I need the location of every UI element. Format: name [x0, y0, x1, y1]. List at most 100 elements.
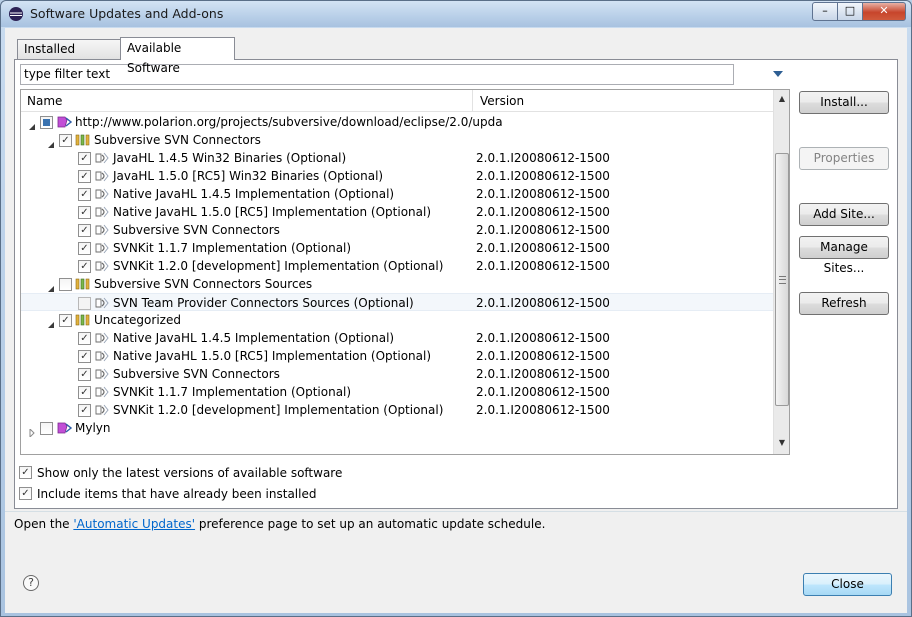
software-tree[interactable]: Name Version http://www.polarion.org/pro…	[20, 89, 790, 455]
tree-row[interactable]: Subversive SVN Connectors Sources	[21, 275, 773, 293]
tree-row[interactable]: ✓ Subversive SVN Connectors	[21, 131, 773, 149]
row-version: 2.0.1.I20080612-1500	[476, 187, 610, 201]
minimize-button[interactable]: –	[812, 2, 838, 21]
tree-row[interactable]: SVN Team Provider Connectors Sources (Op…	[21, 293, 773, 311]
tree-row[interactable]: http://www.polarion.org/projects/subvers…	[21, 113, 773, 131]
row-checkbox[interactable]: ✓	[78, 170, 91, 183]
collapsed-arrow-icon[interactable]	[28, 424, 36, 439]
row-version: 2.0.1.I20080612-1500	[476, 151, 610, 165]
feature-icon	[94, 401, 110, 419]
manage-sites-button[interactable]: Manage Sites...	[799, 236, 889, 275]
close-button[interactable]: Close	[803, 573, 892, 596]
expanded-arrow-icon[interactable]	[47, 280, 55, 292]
maximize-button[interactable]: □	[837, 2, 863, 21]
row-checkbox[interactable]: ✓	[78, 224, 91, 237]
feature-icon	[94, 239, 110, 257]
expanded-arrow-icon[interactable]	[47, 136, 55, 148]
row-label: http://www.polarion.org/projects/subvers…	[75, 115, 503, 129]
row-checkbox[interactable]: ✓	[78, 332, 91, 345]
row-checkbox[interactable]: ✓	[78, 206, 91, 219]
row-label: Native JavaHL 1.5.0 [RC5] Implementation…	[113, 349, 432, 363]
install-button[interactable]: Install...	[799, 91, 889, 114]
row-label: JavaHL 1.5.0 [RC5] Win32 Binaries (Optio…	[113, 169, 384, 183]
help-icon[interactable]: ?	[23, 575, 39, 591]
row-checkbox[interactable]: ✓	[78, 350, 91, 363]
row-label: Subversive SVN Connectors	[113, 367, 280, 381]
row-version: 2.0.1.I20080612-1500	[476, 259, 610, 273]
tree-row[interactable]: ✓ JavaHL 1.5.0 [RC5] Win32 Binaries (Opti…	[21, 167, 773, 185]
row-checkbox[interactable]	[40, 116, 53, 129]
tree-row[interactable]: ✓ SVNKit 1.2.0 [development] Implementati…	[21, 401, 773, 419]
feature-icon	[94, 167, 110, 185]
tree-row[interactable]: ✓ SVNKit 1.1.7 Implementation (Optional) 2…	[21, 383, 773, 401]
tree-row[interactable]: Mylyn	[21, 419, 773, 439]
row-version: 2.0.1.I20080612-1500	[476, 241, 610, 255]
row-version: 2.0.1.I20080612-1500	[476, 169, 610, 183]
row-label: Subversive SVN Connectors	[94, 133, 261, 147]
tree-row[interactable]: ✓ Native JavaHL 1.5.0 [RC5] Implementatio…	[21, 203, 773, 221]
tree-row[interactable]: ✓ Native JavaHL 1.4.5 Implementation (Opt…	[21, 185, 773, 203]
row-checkbox[interactable]: ✓	[78, 188, 91, 201]
row-label: SVNKit 1.1.7 Implementation (Optional)	[113, 385, 352, 399]
expanded-arrow-icon[interactable]	[28, 118, 36, 130]
close-window-button[interactable]: ✕	[862, 2, 906, 21]
row-checkbox[interactable]: ✓	[78, 404, 91, 417]
feature-icon	[94, 347, 110, 365]
tree-row[interactable]: ✓ JavaHL 1.4.5 Win32 Binaries (Optional) 2…	[21, 149, 773, 167]
tab-available-software[interactable]: Available Software	[120, 37, 235, 75]
row-checkbox[interactable]: ✓	[78, 242, 91, 255]
row-checkbox[interactable]: ✓	[78, 368, 91, 381]
row-label: Mylyn	[75, 421, 111, 435]
tree-row[interactable]: ✓ Native JavaHL 1.4.5 Implementation (Opt…	[21, 329, 773, 347]
row-version: 2.0.1.I20080612-1500	[476, 223, 610, 237]
tree-row[interactable]: ✓ SVNKit 1.2.0 [development] Implementati…	[21, 257, 773, 275]
feature-icon	[94, 294, 110, 312]
automatic-updates-link[interactable]: 'Automatic Updates'	[73, 517, 195, 531]
latest-only-checkbox[interactable]: ✓	[19, 466, 32, 479]
tree-header: Name Version	[21, 90, 773, 112]
row-checkbox[interactable]	[40, 422, 53, 435]
row-label: SVNKit 1.1.7 Implementation (Optional)	[113, 241, 352, 255]
category-icon	[75, 311, 91, 329]
dialog-client: Installed Software Available Software ty…	[5, 28, 907, 613]
title-bar[interactable]: Software Updates and Add-ons – □ ✕	[1, 1, 911, 27]
tree-row[interactable]: ✓ Subversive SVN Connectors 2.0.1.I2008061…	[21, 365, 773, 383]
row-version: 2.0.1.I20080612-1500	[476, 403, 610, 417]
tree-row[interactable]: ✓ Subversive SVN Connectors 2.0.1.I2008061…	[21, 221, 773, 239]
row-checkbox[interactable]: ✓	[78, 260, 91, 273]
tree-row[interactable]: ✓ Uncategorized	[21, 311, 773, 329]
site-icon	[56, 113, 72, 131]
row-label: Native JavaHL 1.4.5 Implementation (Opti…	[113, 331, 395, 345]
filter-menu-arrow-icon[interactable]	[772, 69, 784, 79]
row-checkbox[interactable]: ✓	[78, 152, 91, 165]
latest-only-label: Show only the latest versions of availab…	[37, 466, 343, 480]
row-checkbox[interactable]: ✓	[59, 314, 72, 327]
refresh-button[interactable]: Refresh	[799, 292, 889, 315]
include-installed-checkbox[interactable]: ✓	[19, 487, 32, 500]
expanded-arrow-icon[interactable]	[47, 316, 55, 328]
tree-row[interactable]: ✓ Native JavaHL 1.5.0 [RC5] Implementatio…	[21, 347, 773, 365]
row-version: 2.0.1.I20080612-1500	[476, 205, 610, 219]
properties-button[interactable]: Properties	[799, 147, 889, 170]
scroll-thumb[interactable]	[775, 153, 789, 406]
column-header-version[interactable]: Version	[474, 90, 772, 112]
column-header-name[interactable]: Name	[21, 90, 473, 112]
row-version: 2.0.1.I20080612-1500	[476, 331, 610, 345]
available-software-panel: type filter text Name Version http://www…	[14, 59, 898, 509]
row-version: 2.0.1.I20080612-1500	[476, 385, 610, 399]
row-checkbox[interactable]	[78, 297, 91, 310]
category-icon	[75, 131, 91, 149]
scroll-up-arrow-icon[interactable]: ▲	[777, 94, 787, 104]
window-title: Software Updates and Add-ons	[30, 6, 224, 21]
tree-vertical-scrollbar[interactable]: ▲ ▼	[773, 90, 789, 454]
tab-installed-software[interactable]: Installed Software	[17, 39, 121, 74]
row-checkbox[interactable]: ✓	[59, 134, 72, 147]
eclipse-icon	[9, 7, 23, 21]
feature-icon	[94, 149, 110, 167]
scroll-down-arrow-icon[interactable]: ▼	[777, 438, 787, 448]
row-checkbox[interactable]	[59, 278, 72, 291]
info-prefix: Open the	[14, 517, 74, 531]
tree-row[interactable]: ✓ SVNKit 1.1.7 Implementation (Optional) 2…	[21, 239, 773, 257]
row-checkbox[interactable]: ✓	[78, 386, 91, 399]
add-site-button[interactable]: Add Site...	[799, 203, 889, 226]
